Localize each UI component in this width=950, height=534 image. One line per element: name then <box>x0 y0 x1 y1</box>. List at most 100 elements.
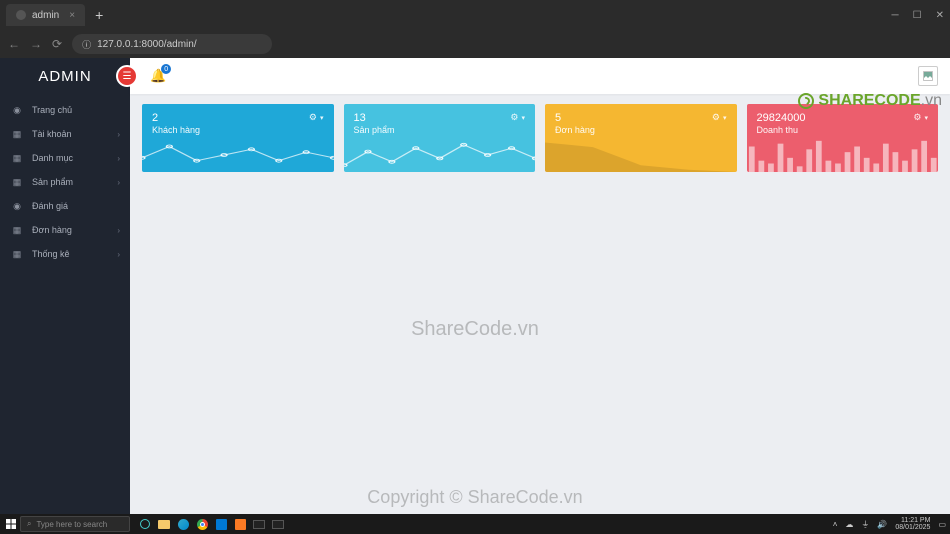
start-button[interactable] <box>4 517 18 531</box>
chevron-right-icon: › <box>117 226 120 235</box>
tray-cloud-icon[interactable]: ☁ <box>845 520 853 529</box>
tray-notifications-icon[interactable]: ▭ <box>938 520 946 529</box>
close-tab-icon[interactable]: × <box>69 10 75 21</box>
stat-card-sparkline <box>142 138 334 172</box>
stat-card-settings-button[interactable]: ⚙▾ <box>712 112 727 123</box>
taskbar-app-chrome[interactable] <box>193 516 211 532</box>
notifications-button[interactable]: 🔔 0 <box>150 67 166 85</box>
sidebar-item-icon: ▦ <box>10 177 24 188</box>
sidebar-item-2[interactable]: ▦ Danh mục › <box>0 146 130 170</box>
url-input[interactable]: ⓘ 127.0.0.1:8000/admin/ <box>72 34 272 54</box>
taskbar-app-vscode[interactable] <box>212 516 230 532</box>
app-viewport: SHARECODE.vn ADMIN ◉Trang chủ▦Tài khoản›… <box>0 58 950 514</box>
stat-card-1[interactable]: 13Sản phẩm ⚙▾ <box>344 104 536 172</box>
sidebar-item-icon: ◉ <box>10 105 24 116</box>
stat-card-label: Đơn hàng <box>555 125 727 135</box>
taskbar-app-edge[interactable] <box>174 516 192 532</box>
maximize-button[interactable]: ☐ <box>913 10 922 21</box>
taskbar-pinned-apps <box>136 516 287 532</box>
search-icon: ⌕ <box>27 519 31 529</box>
taskbar-search[interactable]: ⌕ Type here to search <box>20 516 130 532</box>
sidebar-item-label: Trang chủ <box>32 105 72 115</box>
stat-card-value: 13 <box>354 112 526 124</box>
user-avatar[interactable] <box>918 66 938 86</box>
sidebar-toggle-button[interactable]: ☰ <box>116 65 138 87</box>
taskbar-app-explorer[interactable] <box>155 516 173 532</box>
stat-card-value: 29824000 <box>757 112 929 124</box>
back-button[interactable]: ← <box>8 37 20 51</box>
sidebar-item-icon: ▦ <box>10 153 24 164</box>
tab-favicon <box>16 10 26 20</box>
sidebar-item-5[interactable]: ▦ Đơn hàng › <box>0 218 130 242</box>
tab-title: admin <box>32 10 59 21</box>
stat-card-3[interactable]: 29824000Doanh thu ⚙▾ <box>747 104 939 172</box>
sidebar-item-label: Đánh giá <box>32 201 68 211</box>
gear-icon: ⚙ <box>309 112 317 123</box>
sidebar-item-6[interactable]: ▦ Thống kê › <box>0 242 130 266</box>
sidebar-item-icon: ▦ <box>10 129 24 140</box>
chevron-down-icon: ▾ <box>924 114 928 122</box>
forward-button[interactable]: → <box>30 37 42 51</box>
stat-card-settings-button[interactable]: ⚙▾ <box>510 112 525 123</box>
sidebar-item-label: Thống kê <box>32 249 70 259</box>
topbar: ☰ 🔔 0 <box>130 58 950 94</box>
stat-card-0[interactable]: 2Khách hàng ⚙▾ <box>142 104 334 172</box>
minimize-button[interactable]: ─ <box>892 10 899 21</box>
taskbar-app-xampp[interactable] <box>231 516 249 532</box>
chevron-down-icon: ▾ <box>521 114 525 122</box>
sidebar: ADMIN ◉ Trang chủ ▦ Tài khoản › ▦ Danh mục › ▦ Sả… <box>0 58 130 514</box>
sidebar-item-icon: ▦ <box>10 225 24 236</box>
stat-card-label: Khách hàng <box>152 125 324 135</box>
browser-tab[interactable]: admin × <box>6 4 85 26</box>
tray-wifi-icon[interactable]: ⏚ <box>861 519 869 530</box>
stat-card-2[interactable]: 5Đơn hàng⚙▾ <box>545 104 737 172</box>
chevron-right-icon: › <box>117 250 120 259</box>
chevron-right-icon: › <box>117 154 120 163</box>
broken-image-icon <box>922 70 934 82</box>
chevron-right-icon: › <box>117 178 120 187</box>
browser-address-bar: ← → ⟳ ⓘ 127.0.0.1:8000/admin/ <box>0 30 950 58</box>
sidebar-item-icon: ▦ <box>10 249 24 260</box>
sidebar-item-1[interactable]: ▦ Tài khoản › <box>0 122 130 146</box>
window-controls: ─ ☐ ✕ <box>892 10 944 21</box>
sidebar-item-label: Đơn hàng <box>32 225 72 235</box>
url-text: 127.0.0.1:8000/admin/ <box>97 39 197 50</box>
sidebar-item-label: Danh mục <box>32 153 73 163</box>
chevron-down-icon: ▾ <box>723 114 727 122</box>
brand-title: ADMIN <box>0 58 130 94</box>
sidebar-item-3[interactable]: ▦ Sản phẩm › <box>0 170 130 194</box>
chevron-right-icon: › <box>117 130 120 139</box>
chevron-down-icon: ▾ <box>320 114 324 122</box>
stat-card-settings-button[interactable]: ⚙▾ <box>913 112 928 123</box>
tray-clock[interactable]: 11:21 PM 08/01/2025 <box>895 517 930 531</box>
content-area: 2Khách hàng⚙▾13Sản phẩm⚙▾5Đơn hàng⚙▾2982… <box>130 94 950 514</box>
stat-card-sparkline <box>344 138 536 172</box>
sidebar-item-icon: ◉ <box>10 201 24 212</box>
gear-icon: ⚙ <box>913 112 921 123</box>
stat-card-settings-button[interactable]: ⚙▾ <box>309 112 324 123</box>
tray-chevron-icon[interactable]: ˄ <box>833 520 838 529</box>
reload-button[interactable]: ⟳ <box>52 37 62 51</box>
sidebar-item-label: Tài khoản <box>32 129 72 139</box>
stat-card-label: Sản phẩm <box>354 125 526 135</box>
main-area: ☰ 🔔 0 2Khách hàng⚙▾13Sản phẩm⚙▾5Đơn hàng… <box>130 58 950 514</box>
taskbar-search-placeholder: Type here to search <box>36 520 107 529</box>
system-tray: ˄ ☁ ⏚ 🔊 11:21 PM 08/01/2025 ▭ <box>833 517 946 531</box>
taskbar-app-terminal-2[interactable] <box>269 516 287 532</box>
stat-card-value: 2 <box>152 112 324 124</box>
close-window-button[interactable]: ✕ <box>936 10 944 21</box>
gear-icon: ⚙ <box>510 112 518 123</box>
taskbar-app-terminal[interactable] <box>250 516 268 532</box>
sidebar-item-4[interactable]: ◉ Đánh giá <box>0 194 130 218</box>
insecure-icon: ⓘ <box>82 38 91 51</box>
stat-card-label: Doanh thu <box>757 125 929 135</box>
stat-card-sparkline <box>545 138 737 172</box>
taskbar-app-cortana[interactable] <box>136 516 154 532</box>
tray-sound-icon[interactable]: 🔊 <box>877 520 887 529</box>
notifications-badge: 0 <box>161 64 171 74</box>
sidebar-item-label: Sản phẩm <box>32 177 73 187</box>
windows-taskbar: ⌕ Type here to search ˄ ☁ ⏚ 🔊 11:21 PM 0… <box>0 514 950 534</box>
gear-icon: ⚙ <box>712 112 720 123</box>
new-tab-button[interactable]: + <box>89 7 109 23</box>
sidebar-item-0[interactable]: ◉ Trang chủ <box>0 98 130 122</box>
